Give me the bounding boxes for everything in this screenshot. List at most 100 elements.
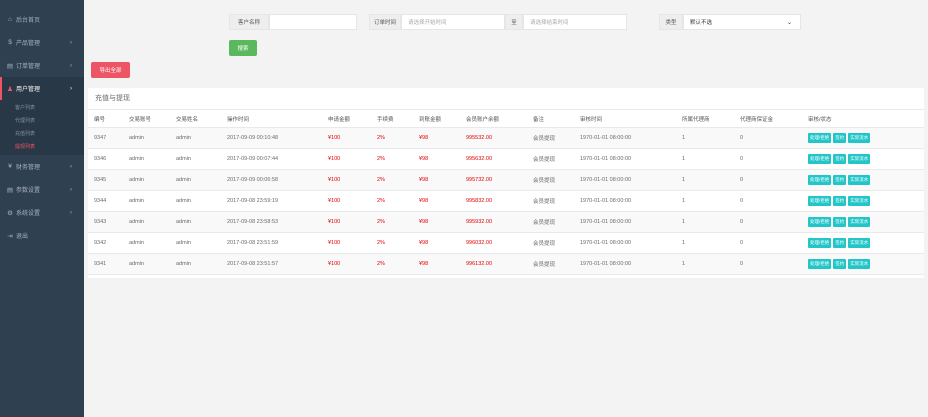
user-submenu: 客户列表 代理列表 充值列表 提现列表 <box>0 100 84 155</box>
row-time: 2017-09-08 23:58:53 <box>227 219 279 225</box>
process-reject-button[interactable]: 处理/拒绝 <box>808 259 832 269</box>
table-header: 编号 交易账号 交易姓名 操作时间 申请金额 手续费 到账金额 会员账户余额 备… <box>88 110 924 128</box>
row-agent: 1 <box>682 261 686 267</box>
col-balance: 会员账户余额 <box>466 116 500 123</box>
sidebar-item-products[interactable]: $ 产品管理 › <box>0 31 84 54</box>
sidebar-item-params[interactable]: ▤ 参数设置 › <box>0 178 84 201</box>
sidebar-item-label: 用户管理 <box>16 87 41 93</box>
row-balance: 995732.00 <box>466 177 492 183</box>
sign-button[interactable]: 签约 <box>833 238 847 248</box>
sidebar-item-finance[interactable]: ¥ 财务管理 › <box>0 155 84 178</box>
process-reject-button[interactable]: 处理/拒绝 <box>808 175 832 185</box>
sidebar-item-label: 财务管理 <box>16 165 41 171</box>
order-icon: ▤ <box>6 62 14 70</box>
row-remark: 会员提现 <box>533 157 556 163</box>
process-reject-button[interactable]: 处理/拒绝 <box>808 196 832 206</box>
submenu-recharge-list[interactable]: 充值列表 <box>0 127 84 140</box>
settings-icon: ⚙ <box>7 209 13 217</box>
row-agent: 1 <box>682 219 686 225</box>
withdraw-panel: 充值与提现 编号 交易账号 交易姓名 操作时间 申请金额 手续费 到账金额 会员… <box>88 88 924 278</box>
row-name: admin <box>176 261 191 267</box>
actual-flow-button[interactable]: 实际流水 <box>848 217 871 227</box>
export-all-button[interactable]: 导出全部 <box>91 62 130 78</box>
table-row: 9344 admin admin 2017-09-08 23:59:19 ¥100 2% ¥… <box>88 191 924 212</box>
sidebar-item-label: 系统设置 <box>16 211 41 217</box>
row-remark: 会员提现 <box>533 262 556 268</box>
process-reject-button[interactable]: 处理/拒绝 <box>808 238 832 248</box>
row-actions: 处理/拒绝 签约 实际流水 <box>808 254 871 274</box>
submenu-agent-list[interactable]: 代理列表 <box>0 114 84 127</box>
row-fee: 2% <box>377 198 385 204</box>
actual-flow-button[interactable]: 实际流水 <box>848 133 871 143</box>
col-deposit: 代理商保证金 <box>740 116 774 123</box>
process-reject-button[interactable]: 处理/拒绝 <box>808 217 832 227</box>
row-fee: 2% <box>377 135 385 141</box>
col-agent: 所属代理商 <box>682 116 710 123</box>
sign-button[interactable]: 签约 <box>833 217 847 227</box>
type-filter: 类型 默认不选 ⌄ <box>659 14 801 30</box>
home-icon: ⌂ <box>8 16 12 23</box>
row-time: 2017-09-09 00:06:58 <box>227 177 279 183</box>
process-reject-button[interactable]: 处理/拒绝 <box>808 133 832 143</box>
actual-flow-button[interactable]: 实际流水 <box>848 259 871 269</box>
row-deposit: 0 <box>740 240 744 246</box>
col-time: 操作时间 <box>227 116 250 123</box>
sidebar-item-home[interactable]: ⌂ 后台首页 <box>0 8 84 31</box>
start-time-input[interactable]: 请选择开始时间 <box>401 14 505 30</box>
row-apply-amount: ¥100 <box>328 135 341 141</box>
row-actions: 处理/拒绝 签约 实际流水 <box>808 149 871 169</box>
sign-button[interactable]: 签约 <box>833 259 847 269</box>
main-content: 客户名称 订单时间 请选择开始时间 至 请选择结束时间 类型 默认不选 ⌄ 搜索… <box>84 0 928 417</box>
row-audit-time: 1970-01-01 08:00:00 <box>580 177 632 183</box>
row-remark: 会员提现 <box>533 136 556 142</box>
col-audit-time: 审核时间 <box>580 116 603 123</box>
type-select[interactable]: 默认不选 ⌄ <box>683 14 801 30</box>
row-apply-amount: ¥100 <box>328 219 341 225</box>
row-account: admin <box>129 198 144 204</box>
table-body: 9347 admin admin 2017-09-09 00:10:48 ¥100 2% ¥… <box>88 128 924 275</box>
row-arrive-amount: ¥98 <box>419 156 429 162</box>
chevron-right-icon: › <box>70 39 72 46</box>
row-id: 9343 <box>94 219 107 225</box>
row-time: 2017-09-08 23:59:19 <box>227 198 279 204</box>
submenu-customer-list[interactable]: 客户列表 <box>0 101 84 114</box>
sidebar-item-orders[interactable]: ▤ 订单管理 › <box>0 54 84 77</box>
row-id: 9344 <box>94 198 107 204</box>
process-reject-button[interactable]: 处理/拒绝 <box>808 154 832 164</box>
row-arrive-amount: ¥98 <box>419 135 429 141</box>
row-remark: 会员提现 <box>533 199 556 205</box>
row-name: admin <box>176 198 191 204</box>
submenu-withdraw-list[interactable]: 提现列表 <box>0 140 84 153</box>
end-time-input[interactable]: 请选择结束时间 <box>523 14 627 30</box>
sign-button[interactable]: 签约 <box>833 154 847 164</box>
row-actions: 处理/拒绝 签约 实际流水 <box>808 233 871 253</box>
sidebar-item-logout[interactable]: ⇥ 退出 <box>0 224 84 247</box>
row-id: 9346 <box>94 156 107 162</box>
sidebar-top-spacer <box>0 0 84 8</box>
row-deposit: 0 <box>740 135 744 141</box>
actual-flow-button[interactable]: 实际流水 <box>848 196 871 206</box>
order-time-filter: 订单时间 请选择开始时间 至 请选择结束时间 <box>369 14 627 30</box>
row-fee: 2% <box>377 240 385 246</box>
row-name: admin <box>176 177 191 183</box>
sign-button[interactable]: 签约 <box>833 175 847 185</box>
sidebar-item-users[interactable]: ♟ 用户管理 › <box>0 77 84 100</box>
customer-name-input[interactable] <box>269 14 357 30</box>
row-agent: 1 <box>682 156 686 162</box>
actual-flow-button[interactable]: 实际流水 <box>848 175 871 185</box>
row-audit-time: 1970-01-01 08:00:00 <box>580 135 632 141</box>
search-button[interactable]: 搜索 <box>229 40 257 56</box>
sign-button[interactable]: 签约 <box>833 196 847 206</box>
row-balance: 995532.00 <box>466 135 492 141</box>
row-balance: 995632.00 <box>466 156 492 162</box>
row-remark: 会员提现 <box>533 178 556 184</box>
col-remark: 备注 <box>533 116 545 123</box>
table-row: 9345 admin admin 2017-09-09 00:06:58 ¥100 2% ¥… <box>88 170 924 191</box>
row-name: admin <box>176 219 191 225</box>
actual-flow-button[interactable]: 实际流水 <box>848 154 871 164</box>
sign-button[interactable]: 签约 <box>833 133 847 143</box>
actual-flow-button[interactable]: 实际流水 <box>848 238 871 248</box>
table-row: 9346 admin admin 2017-09-09 00:07:44 ¥100 2% ¥… <box>88 149 924 170</box>
sidebar-item-system[interactable]: ⚙ 系统设置 › <box>0 201 84 224</box>
chevron-right-icon: › <box>70 85 72 92</box>
